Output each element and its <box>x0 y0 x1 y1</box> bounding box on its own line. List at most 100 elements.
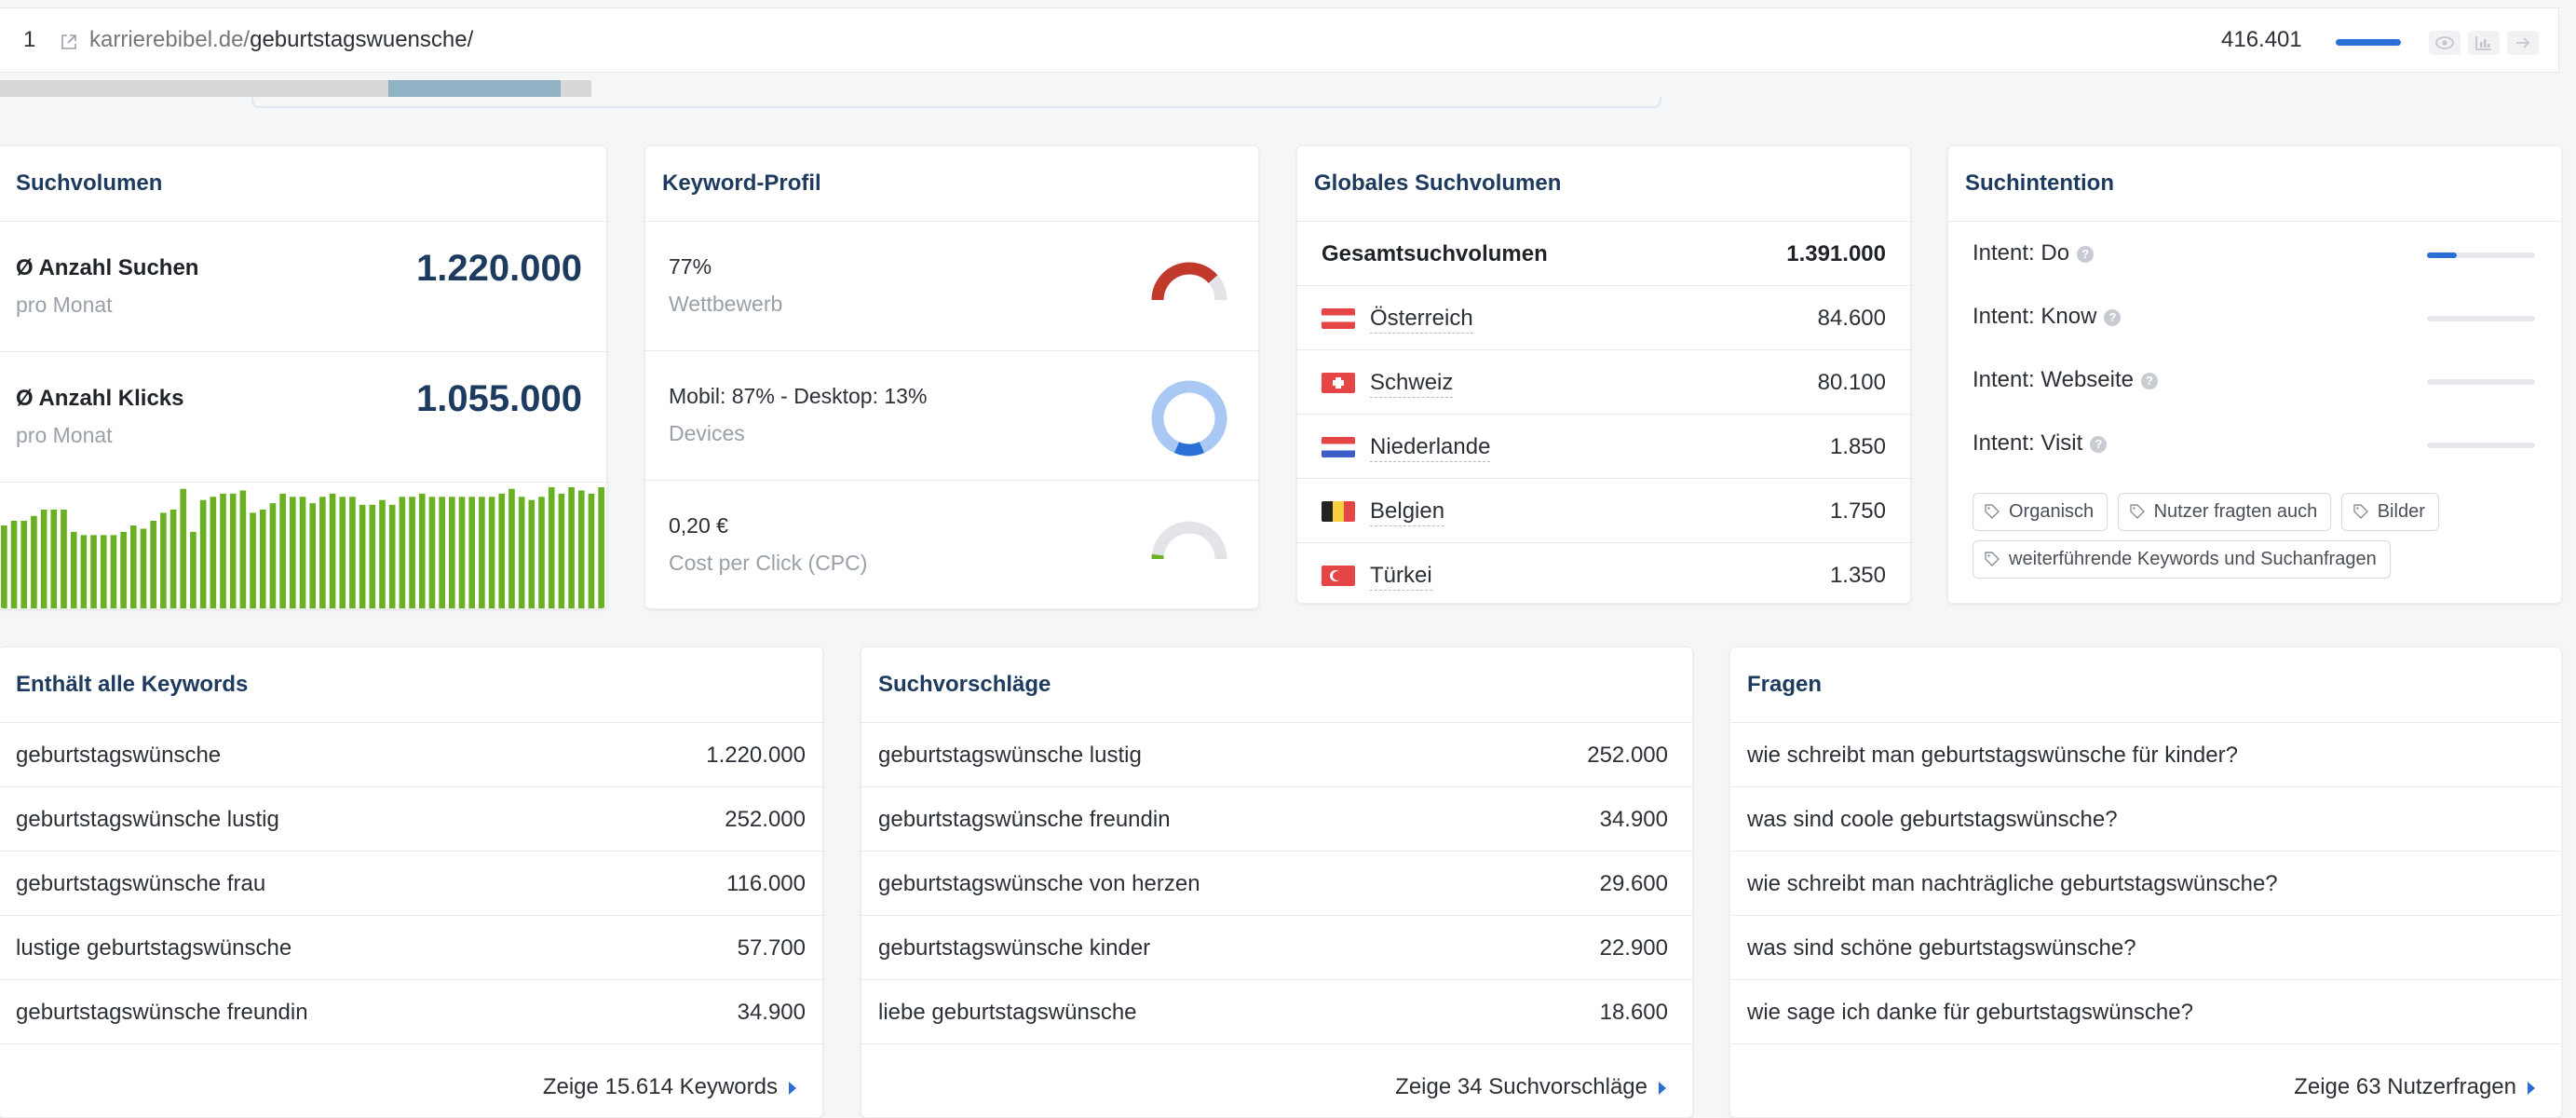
trend-bar <box>329 493 336 608</box>
keyword-row[interactable]: geburtstagswünsche freundin 34.900 <box>0 980 822 1044</box>
intent-know-bar <box>2427 316 2535 321</box>
trend-bar <box>349 497 356 608</box>
trend-bar <box>250 512 256 608</box>
chip-organisch[interactable]: Organisch <box>1973 493 2108 531</box>
trend-bar <box>428 497 436 608</box>
trend-bar <box>120 531 127 608</box>
intent-card: Suchintention Intent: Do? Intent: Know? … <box>1947 145 2562 604</box>
trend-bar <box>588 493 595 608</box>
tag-icon <box>1985 552 2000 566</box>
trend-bar <box>548 487 555 608</box>
show-more-suggestions-link[interactable]: Zeige 34 Suchvorschläge <box>1395 1074 1666 1100</box>
keyword-row[interactable]: lustige geburtstagswünsche 57.700 <box>0 916 822 980</box>
traffic-bar <box>2336 39 2402 46</box>
clicks-value: 1.055.000 <box>416 378 582 419</box>
trend-bar <box>150 520 156 608</box>
trend-bar <box>479 497 485 608</box>
keyword-row[interactable]: geburtstagswünsche lustig 252.000 <box>0 787 822 852</box>
trend-bar <box>70 531 77 608</box>
trend-bar <box>160 512 167 608</box>
trend-bar <box>100 535 107 608</box>
trend-bar <box>80 535 88 608</box>
trend-bar <box>129 525 137 608</box>
trend-bar <box>140 528 147 608</box>
trend-bar <box>90 535 97 608</box>
trend-bar <box>299 497 306 608</box>
suggestion-row[interactable]: geburtstagswünsche von herzen 29.600 <box>861 852 1692 916</box>
help-icon[interactable]: ? <box>2104 309 2122 326</box>
intent-know-row: Intent: Know? <box>1948 285 2561 348</box>
trend-bar <box>488 497 495 608</box>
card-title: Enthält alle Keywords <box>0 648 822 723</box>
question-row[interactable]: wie schreibt man geburtstagswünsche für … <box>1730 723 2561 787</box>
questions-card: Fragen wie schreibt man geburtstagswünsc… <box>1729 647 2562 1118</box>
trend-bar <box>50 509 58 608</box>
serp-feature-chips: Organisch Nutzer fragten auch Bilder wei… <box>1973 493 2550 588</box>
trend-bar <box>388 504 396 608</box>
intent-webseite-bar <box>2427 379 2535 385</box>
question-row[interactable]: wie sage ich danke für geburtstagswünsch… <box>1730 980 2561 1044</box>
trend-bar <box>40 509 47 608</box>
trend-bar <box>110 535 117 608</box>
arrow-right-icon[interactable] <box>2507 31 2539 55</box>
trend-bar <box>528 499 536 608</box>
country-row-at[interactable]: Österreich 84.600 <box>1297 286 1910 350</box>
trend-bar <box>598 487 604 608</box>
trend-bar <box>269 503 277 608</box>
show-more-questions-link[interactable]: Zeige 63 Nutzerfragen <box>2294 1074 2535 1100</box>
suggestion-row[interactable]: geburtstagswünsche kinder 22.900 <box>861 916 1692 980</box>
country-row-nl[interactable]: Niederlande 1.850 <box>1297 415 1910 479</box>
searches-value: 1.220.000 <box>416 248 582 289</box>
suggestion-row[interactable]: geburtstagswünsche lustig 252.000 <box>861 723 1692 787</box>
traffic-value: 416.401 <box>2221 27 2302 52</box>
cpc-gauge <box>1151 521 1227 560</box>
trend-bar <box>169 509 177 608</box>
preview-thumbnail <box>388 80 561 97</box>
mobile-slice <box>1151 380 1227 454</box>
trend-bar <box>568 487 575 608</box>
question-row[interactable]: wie schreibt man nachträgliche geburtsta… <box>1730 852 2561 916</box>
card-title: Suchvorschläge <box>861 648 1692 723</box>
result-url[interactable]: karrierebibel.de/geburtstagswuensche/ <box>89 27 473 53</box>
external-link-icon[interactable] <box>60 33 78 51</box>
search-trend-chart[interactable] <box>0 478 606 608</box>
chip-bilder[interactable]: Bilder <box>2340 493 2439 531</box>
help-icon[interactable]: ? <box>2077 246 2095 263</box>
chart-icon[interactable] <box>2468 31 2500 55</box>
trend-bar <box>458 497 466 608</box>
cpc-row: 0,20 € Cost per Click (CPC) <box>645 481 1258 608</box>
flag-austria-icon <box>1322 308 1355 329</box>
trend-bar <box>10 520 18 608</box>
country-row-ch[interactable]: Schweiz 80.100 <box>1297 350 1910 415</box>
suggestion-row[interactable]: geburtstagswünsche freundin 34.900 <box>861 787 1692 852</box>
country-row-be[interactable]: Belgien 1.750 <box>1297 479 1910 543</box>
show-more-keywords-link[interactable]: Zeige 15.614 Keywords <box>543 1074 796 1100</box>
chip-weiterfuehrende-keywords[interactable]: weiterführende Keywords und Suchanfragen <box>1973 540 2391 579</box>
tag-icon <box>2129 504 2145 519</box>
question-row[interactable]: was sind schöne geburtstagswünsche? <box>1730 916 2561 980</box>
desktop-slice <box>1173 442 1205 457</box>
trend-bar <box>1 525 7 608</box>
card-title: Fragen <box>1730 648 2561 723</box>
suggestion-row[interactable]: liebe geburtstagswünsche 18.600 <box>861 980 1692 1044</box>
country-row-tr[interactable]: Türkei 1.350 <box>1297 543 1910 603</box>
keyword-row[interactable]: geburtstagswünsche 1.220.000 <box>0 723 822 787</box>
total-row: Gesamtsuchvolumen 1.391.000 <box>1297 222 1910 286</box>
suggestions-card: Suchvorschläge geburtstagswünsche lustig… <box>861 647 1693 1118</box>
flag-switzerland-icon <box>1322 373 1355 393</box>
help-icon[interactable]: ? <box>2090 436 2108 453</box>
trend-bar <box>369 504 376 608</box>
trend-bar <box>319 497 326 608</box>
eye-icon[interactable] <box>2429 31 2461 55</box>
competition-row: 77% Wettbewerb <box>645 222 1258 351</box>
keyword-row[interactable]: geburtstagswünsche frau 116.000 <box>0 852 822 916</box>
trend-bar <box>439 497 445 608</box>
result-row[interactable]: 1 karrierebibel.de/geburtstagswuensche/ … <box>0 7 2559 73</box>
question-row[interactable]: was sind coole geburtstagswünsche? <box>1730 787 2561 852</box>
help-icon[interactable]: ? <box>2141 373 2158 389</box>
rank-number: 1 <box>23 27 36 52</box>
trend-bar <box>20 520 28 608</box>
trend-bar <box>558 493 565 608</box>
keyword-profil-card: Keyword-Profil 77% Wettbewerb Mobil: 87%… <box>644 145 1259 609</box>
chip-nutzer-fragten-auch[interactable]: Nutzer fragten auch <box>2117 493 2332 531</box>
